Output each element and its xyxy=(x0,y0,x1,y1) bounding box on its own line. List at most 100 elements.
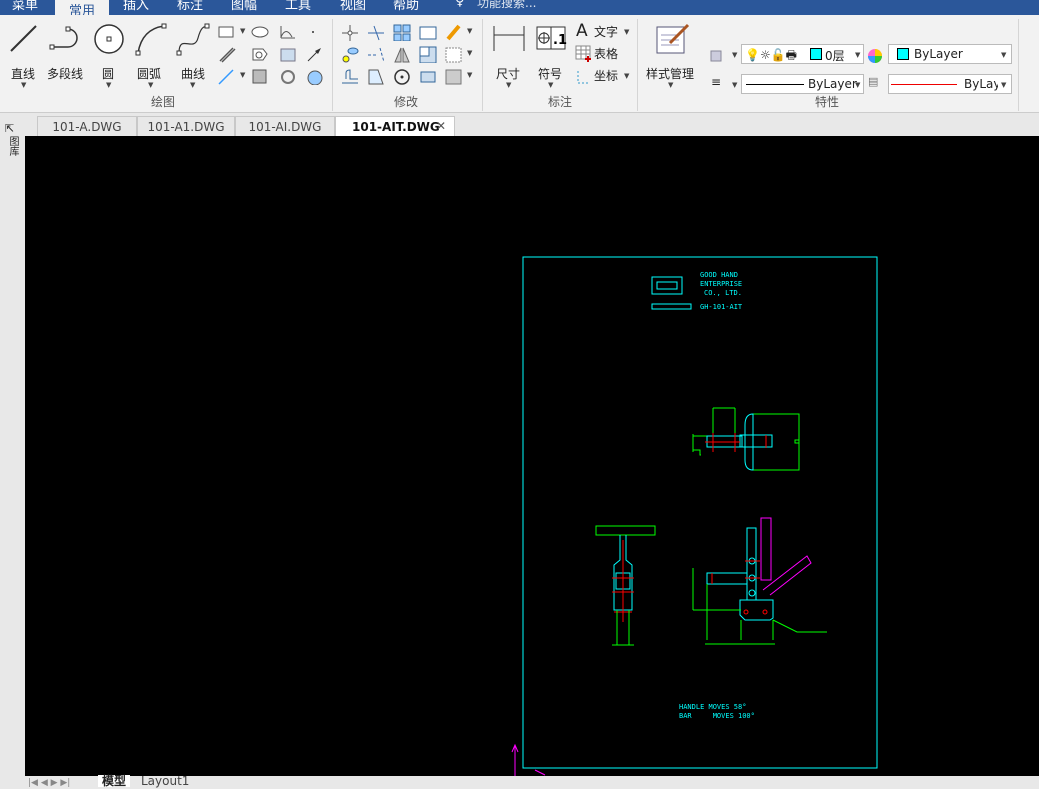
layer-manager-icon[interactable] xyxy=(708,45,728,63)
erase-icon[interactable] xyxy=(444,23,464,41)
curve-button[interactable]: 曲线 ▼ xyxy=(176,23,212,93)
polyline-button[interactable]: 多段线 xyxy=(46,23,90,93)
area-icon[interactable] xyxy=(305,67,325,85)
part-number: GH-101-AIT xyxy=(700,303,743,311)
doc-tab[interactable]: 101-AI.DWG xyxy=(235,116,335,136)
color-wheel-icon[interactable] xyxy=(866,46,886,64)
color-dropdown[interactable]: ByLayer ▼ xyxy=(888,44,1012,64)
color-swatch xyxy=(897,48,909,60)
layer-color-swatch xyxy=(810,48,822,60)
lightbulb-icon: ♀ xyxy=(455,0,465,9)
arc-button[interactable]: 圆弧 ▼ xyxy=(134,23,170,93)
leader-arrow-icon[interactable] xyxy=(305,45,325,63)
extend-icon[interactable] xyxy=(366,45,386,63)
polyline-icon xyxy=(49,26,78,50)
edit-hatch-icon[interactable] xyxy=(444,67,464,85)
array-icon[interactable] xyxy=(392,23,412,41)
svg-text:.1: .1 xyxy=(553,33,567,48)
close-icon[interactable]: ✕ xyxy=(436,119,446,133)
point-icon[interactable] xyxy=(305,23,325,41)
properties-group-label: 特性 xyxy=(815,95,840,109)
front-view xyxy=(595,525,656,646)
lineweight-sample xyxy=(891,84,957,85)
hatch-icon[interactable] xyxy=(250,67,270,85)
company-line: GOOD HAND xyxy=(700,271,738,279)
gear-icon[interactable] xyxy=(278,67,298,85)
layer-dropdown[interactable]: 💡☼🔓🖶 0层 ▼ xyxy=(741,44,864,64)
document-tabs: 101-A.DWG 101-A1.DWG 101-AI.DWG 101-AIT.… xyxy=(25,114,1039,136)
cad-drawing: GOOD HAND ENTERPRISE CO., LTD. GH-101-AI… xyxy=(511,256,878,776)
table-icon xyxy=(575,45,591,62)
rectangle-icon[interactable] xyxy=(217,23,237,41)
mirror-icon[interactable] xyxy=(392,45,412,63)
menu-insert[interactable]: 插入 xyxy=(123,0,149,13)
menu-bar: 菜单 常用 插入 标注 图幅 工具 视图 帮助 ♀ 功能搜索... xyxy=(0,0,1039,21)
style-manager-icon xyxy=(656,23,690,54)
block-icon[interactable] xyxy=(278,45,298,63)
text-icon: A xyxy=(576,21,588,41)
coordinate-icon xyxy=(577,71,590,84)
note-line: HANDLE MOVES 58° xyxy=(679,703,746,711)
tab-nav-arrows[interactable]: |◀ ◀ ▶ ▶| xyxy=(28,777,70,789)
dimension-icon xyxy=(493,26,525,51)
menu-help[interactable]: 帮助 xyxy=(393,0,419,13)
modify-group-label: 修改 xyxy=(394,95,419,109)
menu-view[interactable]: 视图 xyxy=(340,0,366,13)
top-view xyxy=(692,407,800,471)
arc-icon xyxy=(135,23,167,56)
draw-group-label: 绘图 xyxy=(151,95,176,109)
circle-icon xyxy=(94,24,124,54)
move-icon[interactable] xyxy=(340,23,360,41)
curve-icon xyxy=(176,23,210,56)
spline-icon[interactable] xyxy=(278,23,298,41)
layout-tab-model[interactable]: 模型 xyxy=(98,775,131,787)
region-icon[interactable] xyxy=(250,45,270,63)
copy-icon[interactable] xyxy=(340,45,360,63)
double-line-icon[interactable] xyxy=(217,45,237,63)
coordinate-button[interactable]: 坐标 xyxy=(594,67,618,84)
line-icon xyxy=(10,25,37,52)
layout-tab-layout1[interactable]: Layout1 xyxy=(141,775,189,787)
linescale-icon[interactable]: ▤ xyxy=(868,75,878,88)
company-line: ENTERPRISE xyxy=(700,280,742,288)
menu-menu[interactable]: 菜单 xyxy=(12,0,38,13)
chamfer-icon[interactable] xyxy=(366,67,386,85)
trim-icon[interactable] xyxy=(366,23,386,41)
library-icon: ⇱ xyxy=(5,122,15,135)
doc-tab[interactable]: 101-A.DWG xyxy=(37,116,137,136)
text-button[interactable]: 文字 xyxy=(594,23,618,40)
menu-tools[interactable]: 工具 xyxy=(285,0,311,13)
lineweight-icon[interactable]: ≡ xyxy=(711,75,721,89)
layer-state-icons: 💡☼🔓🖶 xyxy=(745,48,797,62)
annotate-group-label: 标注 xyxy=(548,95,573,109)
rotate-icon[interactable] xyxy=(392,67,412,85)
feature-search[interactable]: 功能搜索... xyxy=(477,0,536,11)
symbol-button[interactable]: .1 符号 ▼ xyxy=(535,23,569,93)
doc-tab-active[interactable]: 101-AIT.DWG ✕ xyxy=(335,116,455,136)
linetype-dropdown[interactable]: ByLayer ▼ xyxy=(741,74,864,94)
offset-icon[interactable] xyxy=(444,45,464,63)
menu-annotate[interactable]: 标注 xyxy=(177,0,203,13)
ellipse-icon[interactable] xyxy=(250,23,270,41)
table-button[interactable]: 表格 xyxy=(594,45,618,62)
circle-button[interactable]: 圆 ▼ xyxy=(94,23,126,93)
doc-tab[interactable]: 101-A1.DWG xyxy=(137,116,235,136)
symbol-icon: .1 xyxy=(536,26,567,50)
lineweight-dropdown[interactable]: ByLayе ▼ xyxy=(888,74,1012,94)
note-line: BAR MOVES 100° xyxy=(679,712,755,720)
line-button[interactable]: 直线 ▼ xyxy=(8,23,40,93)
library-strip[interactable]: ⇱ 图库 xyxy=(0,114,25,786)
side-view xyxy=(692,517,827,645)
company-line: CO., LTD. xyxy=(704,289,742,297)
ribbon: 直线 ▼ 多段线 圆 ▼ 圆弧 ▼ 曲线 ▼ ▼ ▼ 绘图 ▼ ▼ ▼ 修改 尺寸 ▼ .1 符… xyxy=(0,15,1039,113)
stretch-icon[interactable] xyxy=(418,23,438,41)
menu-frame[interactable]: 图幅 xyxy=(231,0,257,13)
explode-icon[interactable] xyxy=(418,67,438,85)
style-manager-button[interactable]: 样式管理 ▼ xyxy=(644,23,700,93)
dimension-button[interactable]: 尺寸 ▼ xyxy=(492,23,526,93)
construction-line-icon[interactable] xyxy=(217,67,237,85)
scale-icon[interactable] xyxy=(418,45,438,63)
drawing-canvas[interactable]: GOOD HAND ENTERPRISE CO., LTD. GH-101-AI… xyxy=(25,136,1039,776)
ucs-icon xyxy=(511,743,546,776)
fillet-icon[interactable] xyxy=(340,67,360,85)
